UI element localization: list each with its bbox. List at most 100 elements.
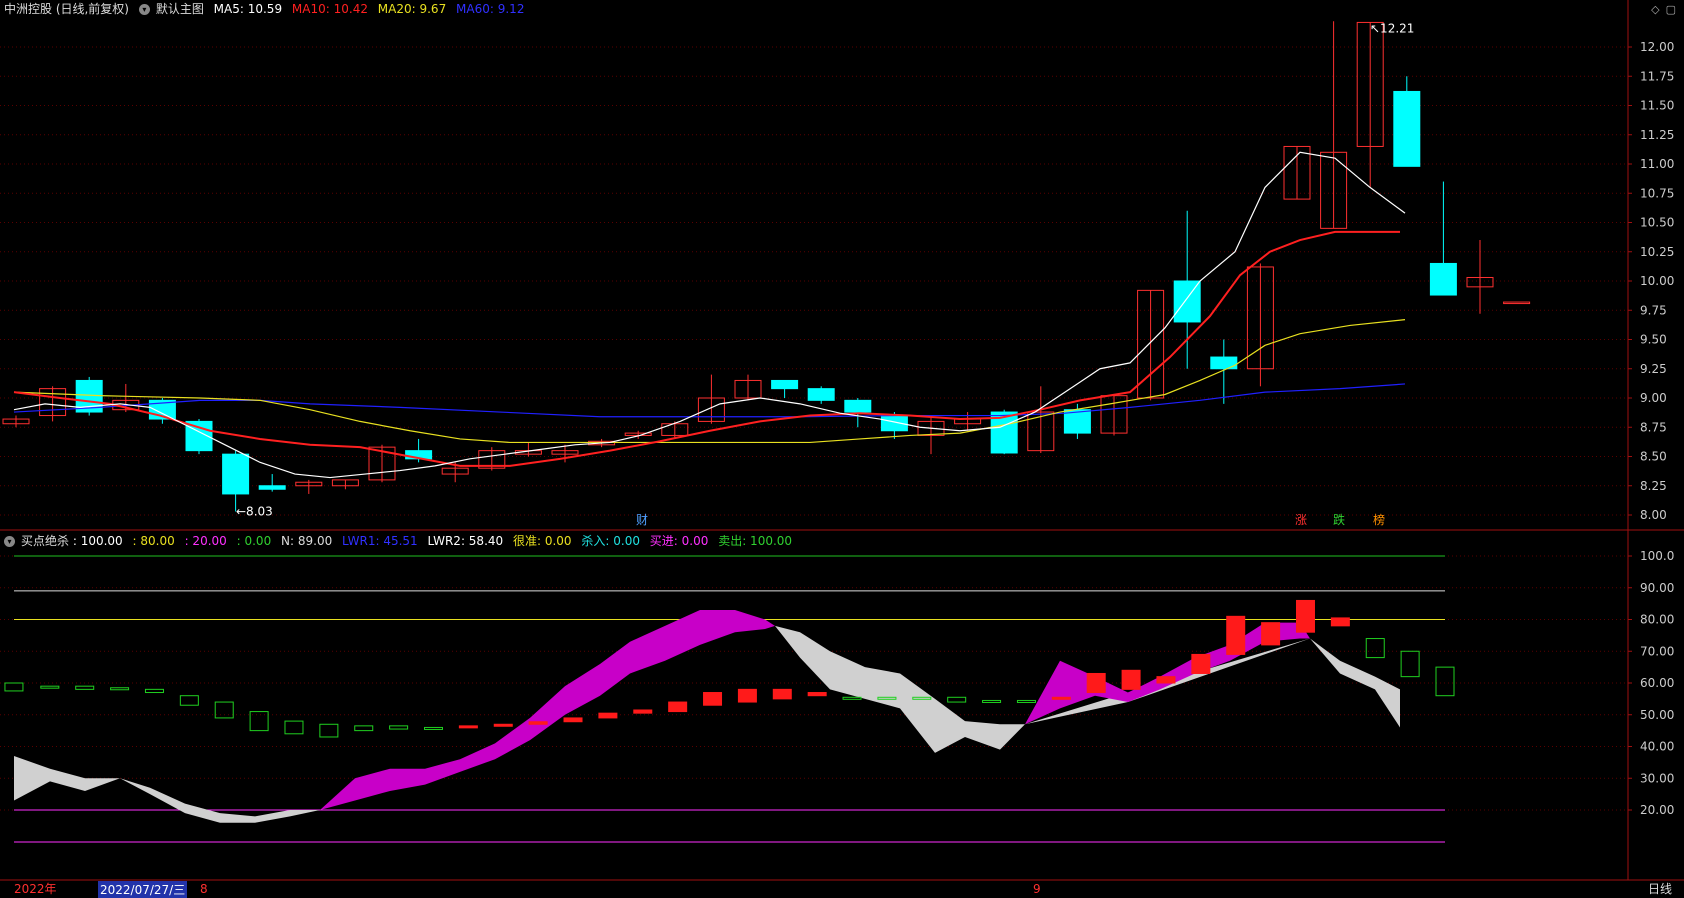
price-axis-label: 9.25 bbox=[1640, 362, 1667, 376]
candle-body bbox=[1210, 356, 1238, 370]
candle-body bbox=[258, 485, 286, 490]
signal-box-green bbox=[424, 726, 443, 730]
signal-box-red bbox=[772, 688, 792, 700]
bang-marker: 榜 bbox=[1373, 512, 1385, 527]
signal-box-red bbox=[563, 717, 583, 723]
price-axis-label: 8.50 bbox=[1640, 450, 1667, 464]
signal-box-green bbox=[842, 696, 862, 700]
signal-box-red bbox=[598, 712, 618, 719]
signal-box-green bbox=[354, 725, 374, 732]
signal-box-green bbox=[1016, 699, 1036, 703]
signal-box-green bbox=[1365, 638, 1385, 659]
candle-body bbox=[771, 379, 799, 390]
ind-axis-label: 50.00 bbox=[1640, 708, 1674, 722]
signal-box-green bbox=[40, 685, 60, 689]
month-8-label: 8 bbox=[200, 882, 208, 896]
signal-box-red bbox=[807, 692, 827, 697]
price-axis-label: 11.25 bbox=[1640, 128, 1674, 142]
stock-title[interactable]: 中洲控股 (日线,前复权) bbox=[4, 2, 129, 16]
signal-box-green bbox=[214, 701, 234, 719]
ind-axis-label: 40.00 bbox=[1640, 740, 1674, 754]
cai-marker: 财 bbox=[636, 513, 648, 527]
ind-sr: 杀入: 0.00 bbox=[581, 534, 640, 548]
signal-box-red bbox=[1051, 696, 1071, 700]
ma5-label: MA5: 10.59 bbox=[213, 2, 283, 16]
ind-v4: : 0.00 bbox=[236, 534, 272, 548]
signal-box-green bbox=[144, 688, 164, 694]
ind-axis-label: 60.00 bbox=[1640, 676, 1674, 690]
diamond-icon[interactable]: ◇ bbox=[1651, 3, 1659, 16]
price-axis-label: 10.75 bbox=[1640, 186, 1674, 200]
ma20-label: MA20: 9.67 bbox=[377, 2, 447, 16]
signal-box-red bbox=[1261, 622, 1281, 646]
candle-body bbox=[1173, 280, 1201, 323]
candle-body bbox=[222, 453, 250, 495]
signal-box-red bbox=[703, 692, 723, 706]
signal-box-red bbox=[1226, 615, 1246, 655]
year-label: 2022年 bbox=[14, 882, 57, 896]
price-axis-label: 9.75 bbox=[1640, 303, 1667, 317]
price-axis-label: 10.00 bbox=[1640, 274, 1674, 288]
ind-axis-label: 90.00 bbox=[1640, 581, 1674, 595]
expand-icon[interactable]: ▢ bbox=[1666, 3, 1676, 16]
candle-body bbox=[844, 399, 872, 413]
indicator-circle-icon[interactable]: ▾ bbox=[4, 536, 15, 547]
ind-v3: : 20.00 bbox=[184, 534, 227, 548]
signal-box-red bbox=[1121, 669, 1141, 690]
month-9-label: 9 bbox=[1033, 882, 1041, 896]
signal-box-red bbox=[1086, 672, 1106, 694]
ind-mc: 卖出: 100.00 bbox=[718, 534, 793, 548]
ma10-label: MA10: 10.42 bbox=[291, 2, 368, 16]
time-axis[interactable]: 2022年 8 9 日线 bbox=[0, 880, 1684, 898]
price-axis-label: 9.50 bbox=[1640, 333, 1667, 347]
signal-box-green bbox=[319, 723, 339, 738]
price-axis-label: 8.00 bbox=[1640, 508, 1667, 522]
signal-box-red bbox=[493, 723, 513, 727]
candle-body bbox=[880, 415, 908, 432]
indicator-legend: ▾ 买点绝杀 : 100.00 : 80.00 : 20.00 : 0.00 N:… bbox=[4, 532, 798, 550]
chart-canvas[interactable]: 12.00 11.75 11.50 11.25 11.00 10.75 10.50 10.25… bbox=[0, 0, 1684, 898]
template-circle-icon[interactable]: ▾ bbox=[138, 4, 150, 15]
price-axis-label: 10.50 bbox=[1640, 216, 1674, 230]
low-price-label: ←8.03 bbox=[236, 504, 273, 518]
signal-box-red bbox=[668, 701, 688, 713]
signal-box-red bbox=[1330, 617, 1350, 627]
signal-box-red bbox=[633, 709, 653, 714]
price-axis-label: 11.75 bbox=[1640, 69, 1674, 83]
main-legend: 中洲控股 (日线,前复权) ▾ 默认主图 MA5: 10.59 MA10: 10.… bbox=[4, 0, 530, 18]
ma60-line bbox=[13, 383, 1406, 418]
price-axis-label: 10.25 bbox=[1640, 245, 1674, 259]
signal-box-red bbox=[1295, 599, 1315, 633]
candle-body bbox=[1503, 301, 1531, 305]
signal-box-green bbox=[947, 696, 967, 703]
ind-axis-label: 70.00 bbox=[1640, 644, 1674, 658]
ind-n: N: 89.00 bbox=[281, 534, 333, 548]
period-label[interactable]: 日线 bbox=[1648, 880, 1672, 898]
signal-box-green bbox=[179, 695, 199, 706]
ind-axis-label: 30.00 bbox=[1640, 771, 1674, 785]
ind-axis-label: 80.00 bbox=[1640, 613, 1674, 627]
ind-lwr2: LWR2: 58.40 bbox=[427, 534, 504, 548]
die-marker: 跌 bbox=[1333, 512, 1345, 527]
signal-box-red bbox=[1156, 676, 1176, 684]
magenta-band bbox=[320, 609, 775, 810]
ind-lwr1: LWR1: 45.51 bbox=[342, 534, 418, 548]
price-axis-label: 9.00 bbox=[1640, 391, 1667, 405]
signal-box-green bbox=[982, 699, 1002, 703]
ind-axis-label: 20.00 bbox=[1640, 803, 1674, 817]
signal-box-red bbox=[1191, 653, 1211, 674]
signal-box-green bbox=[110, 687, 130, 691]
candle-body bbox=[1393, 90, 1421, 167]
ind-mj: 买进: 0.00 bbox=[649, 534, 709, 548]
price-axis-label: 8.25 bbox=[1640, 479, 1667, 493]
signal-box-green bbox=[4, 682, 24, 692]
ind-axis-label: 100.0 bbox=[1640, 549, 1674, 563]
signal-box-red bbox=[737, 688, 757, 703]
template-label[interactable]: 默认主图 bbox=[156, 2, 204, 16]
indicator-name[interactable]: 买点绝杀 bbox=[21, 534, 69, 548]
candle-body bbox=[807, 388, 835, 401]
signal-box-red bbox=[528, 721, 548, 725]
price-axis-label: 12.00 bbox=[1640, 40, 1674, 54]
ma20-line bbox=[13, 319, 1406, 444]
cursor-date: 2022/07/27/三 bbox=[98, 881, 188, 898]
